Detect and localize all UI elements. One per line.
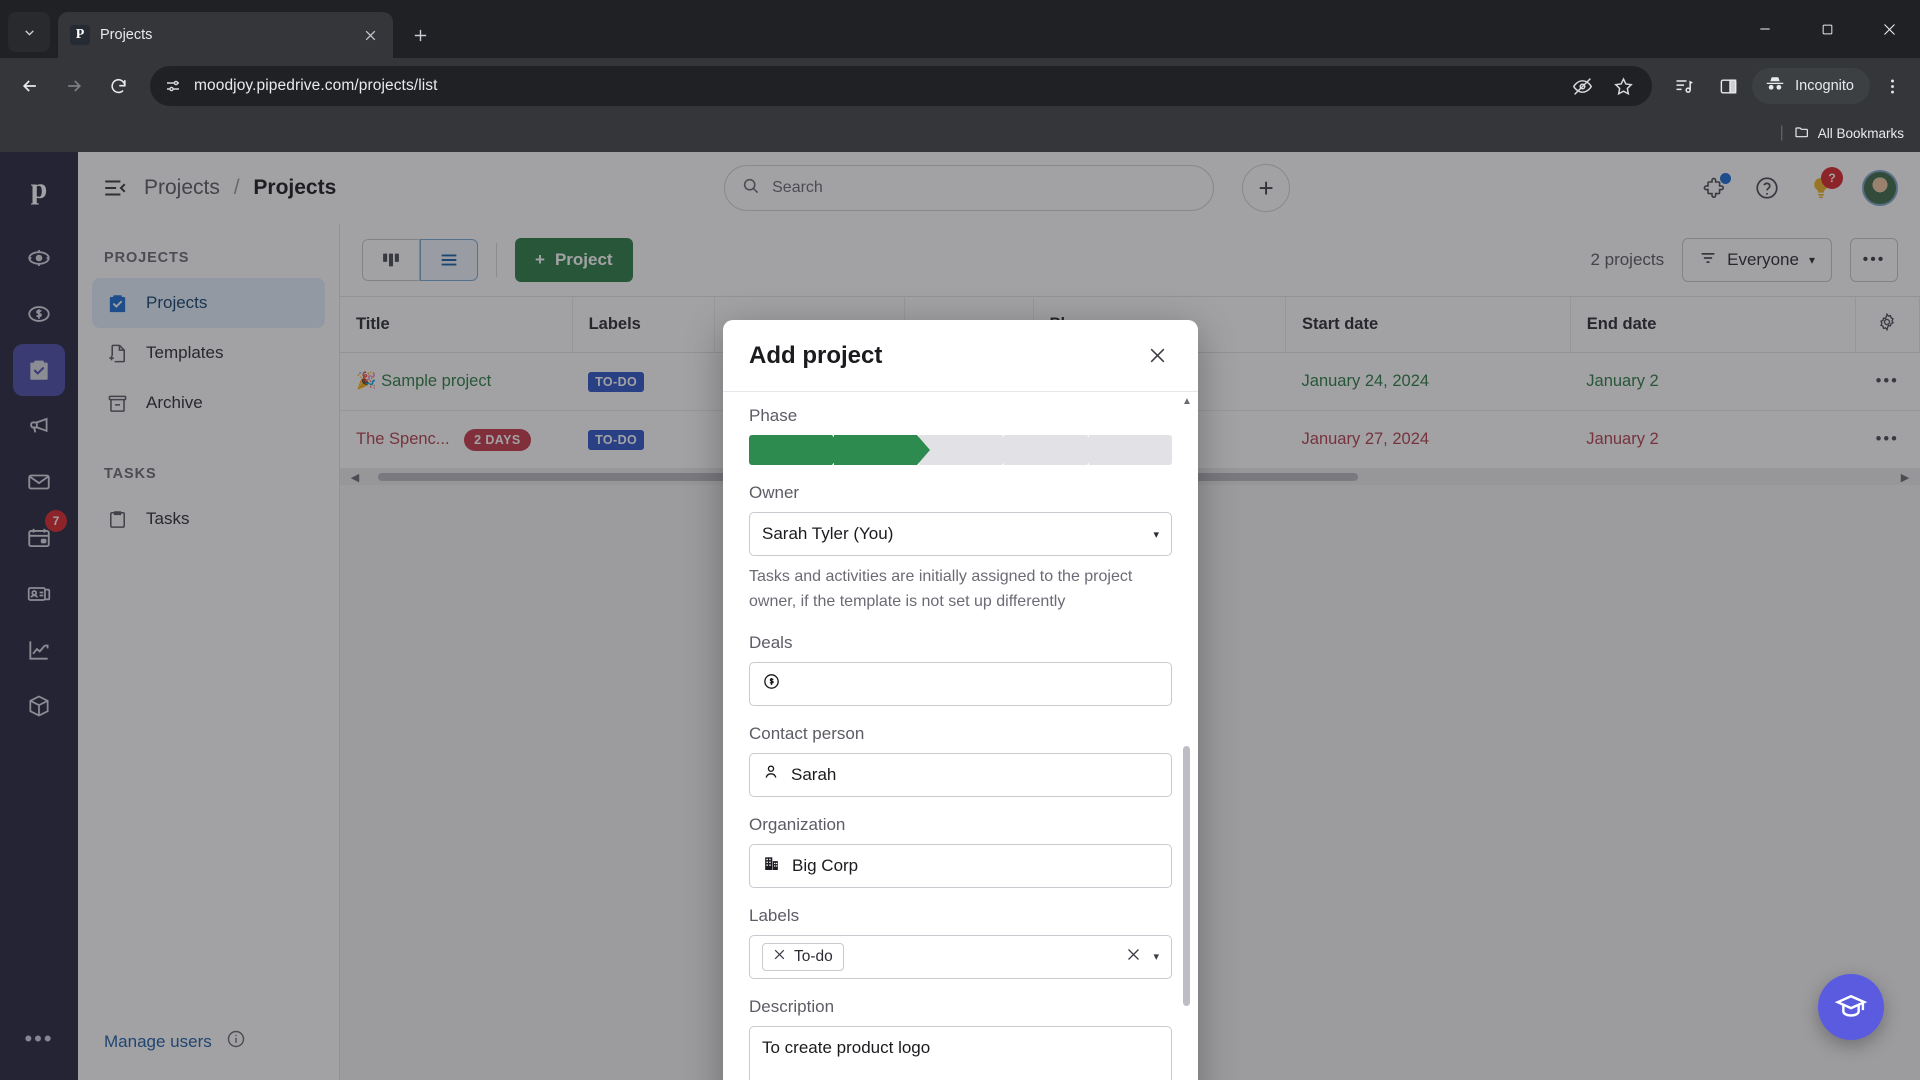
side-panel-icon[interactable]	[1708, 66, 1748, 106]
close-icon[interactable]	[359, 24, 381, 46]
browser-window: P Projects moodjoy.pipedrive.com/project…	[0, 0, 1920, 1080]
bookmark-star-icon[interactable]	[1613, 76, 1634, 97]
label-chip-text: To-do	[794, 947, 833, 965]
new-tab-button[interactable]	[403, 18, 437, 52]
description-textarea[interactable]: To create product logo	[749, 1025, 1172, 1080]
site-settings-icon[interactable]	[164, 77, 182, 95]
tab-favicon: P	[70, 25, 90, 45]
chevron-down-icon[interactable]: ▾	[1153, 950, 1159, 963]
phase-step-5[interactable]	[1089, 435, 1172, 465]
organization-value: Big Corp	[792, 855, 859, 875]
add-project-dialog: Add project Phase Owner Sarah Tyler (You…	[723, 320, 1198, 1080]
media-list-icon[interactable]	[1664, 66, 1704, 106]
tab-search-button[interactable]	[8, 12, 50, 52]
hide-password-icon[interactable]	[1572, 76, 1593, 97]
bookmarks-bar: | All Bookmarks	[0, 114, 1920, 152]
incognito-hat-icon	[1764, 73, 1786, 99]
clear-icon[interactable]	[1126, 947, 1141, 967]
field-description: Description To create product logo	[749, 997, 1172, 1080]
folder-icon	[1794, 124, 1810, 143]
field-label: Phase	[749, 406, 798, 425]
incognito-label: Incognito	[1795, 78, 1854, 94]
close-icon[interactable]	[1142, 341, 1172, 371]
close-window-button[interactable]	[1858, 5, 1920, 53]
phase-step-3[interactable]	[919, 435, 1015, 465]
chevron-down-icon: ▾	[1153, 528, 1159, 541]
scrollbar-thumb[interactable]	[1183, 746, 1190, 1006]
bookmarks-divider: |	[1779, 124, 1784, 141]
forward-button[interactable]	[54, 66, 94, 106]
phase-step-4[interactable]	[1004, 435, 1100, 465]
scroll-up-arrow[interactable]: ▲	[1182, 396, 1192, 407]
field-contact-person: Contact person Sarah	[749, 724, 1172, 797]
building-icon	[762, 854, 781, 878]
description-value: To create product logo	[762, 1037, 931, 1057]
field-label: Description	[749, 996, 835, 1016]
browser-tab[interactable]: P Projects	[58, 12, 393, 58]
tab-title: Projects	[100, 27, 153, 43]
browser-menu-button[interactable]	[1874, 68, 1910, 104]
labels-select[interactable]: To-do ▾	[749, 934, 1172, 979]
owner-hint: Tasks and activities are initially assig…	[749, 568, 1133, 610]
contact-person-input[interactable]: Sarah	[749, 752, 1172, 797]
field-owner: Owner Sarah Tyler (You) ▾ Tasks and acti…	[749, 483, 1172, 615]
minimize-button[interactable]	[1734, 5, 1796, 53]
incognito-profile-chip[interactable]: Incognito	[1752, 68, 1870, 104]
field-label: Deals	[749, 632, 793, 652]
owner-select[interactable]: Sarah Tyler (You) ▾	[749, 512, 1172, 556]
label-chip[interactable]: To-do	[762, 942, 844, 971]
field-deals: Deals	[749, 633, 1172, 706]
browser-toolbar: moodjoy.pipedrive.com/projects/list Inco…	[0, 58, 1920, 114]
field-labels: Labels To-do ▾	[749, 906, 1172, 979]
owner-value: Sarah Tyler (You)	[762, 524, 894, 543]
field-phase: Phase	[749, 406, 1172, 465]
address-bar[interactable]: moodjoy.pipedrive.com/projects/list	[150, 66, 1653, 106]
phase-step-2[interactable]	[834, 435, 930, 465]
field-organization: Organization Big Corp	[749, 815, 1172, 888]
field-label: Organization	[749, 814, 846, 834]
maximize-button[interactable]	[1796, 5, 1858, 53]
page-viewport: p 7 ••• Projects / Projects Search + ? P…	[0, 152, 1920, 1080]
contact-person-value: Sarah	[791, 764, 837, 784]
tab-strip: P Projects	[0, 0, 1920, 58]
dialog-body[interactable]: Phase Owner Sarah Tyler (You) ▾ Tasks an…	[723, 392, 1198, 1080]
organization-input[interactable]: Big Corp	[749, 843, 1172, 888]
field-label: Owner	[749, 483, 800, 502]
reload-button[interactable]	[98, 66, 138, 106]
deals-input[interactable]	[749, 661, 1172, 706]
field-label: Contact person	[749, 723, 865, 743]
all-bookmarks-label: All Bookmarks	[1817, 125, 1904, 141]
close-icon[interactable]	[773, 948, 786, 966]
phase-progress[interactable]	[749, 435, 1172, 465]
field-label: Labels	[749, 905, 800, 925]
dollar-circle-icon	[762, 672, 781, 696]
graduation-cap-icon[interactable]	[1818, 974, 1884, 1040]
back-button[interactable]	[10, 66, 50, 106]
url-text: moodjoy.pipedrive.com/projects/list	[194, 77, 438, 94]
all-bookmarks-button[interactable]: All Bookmarks	[1794, 124, 1904, 143]
dialog-scrollbar[interactable]: ▲ ▼	[1182, 396, 1192, 1080]
dialog-header: Add project	[723, 320, 1198, 392]
window-controls	[1734, 0, 1920, 58]
dialog-title: Add project	[749, 341, 883, 369]
person-icon	[762, 763, 780, 786]
phase-step-1[interactable]	[749, 435, 845, 465]
